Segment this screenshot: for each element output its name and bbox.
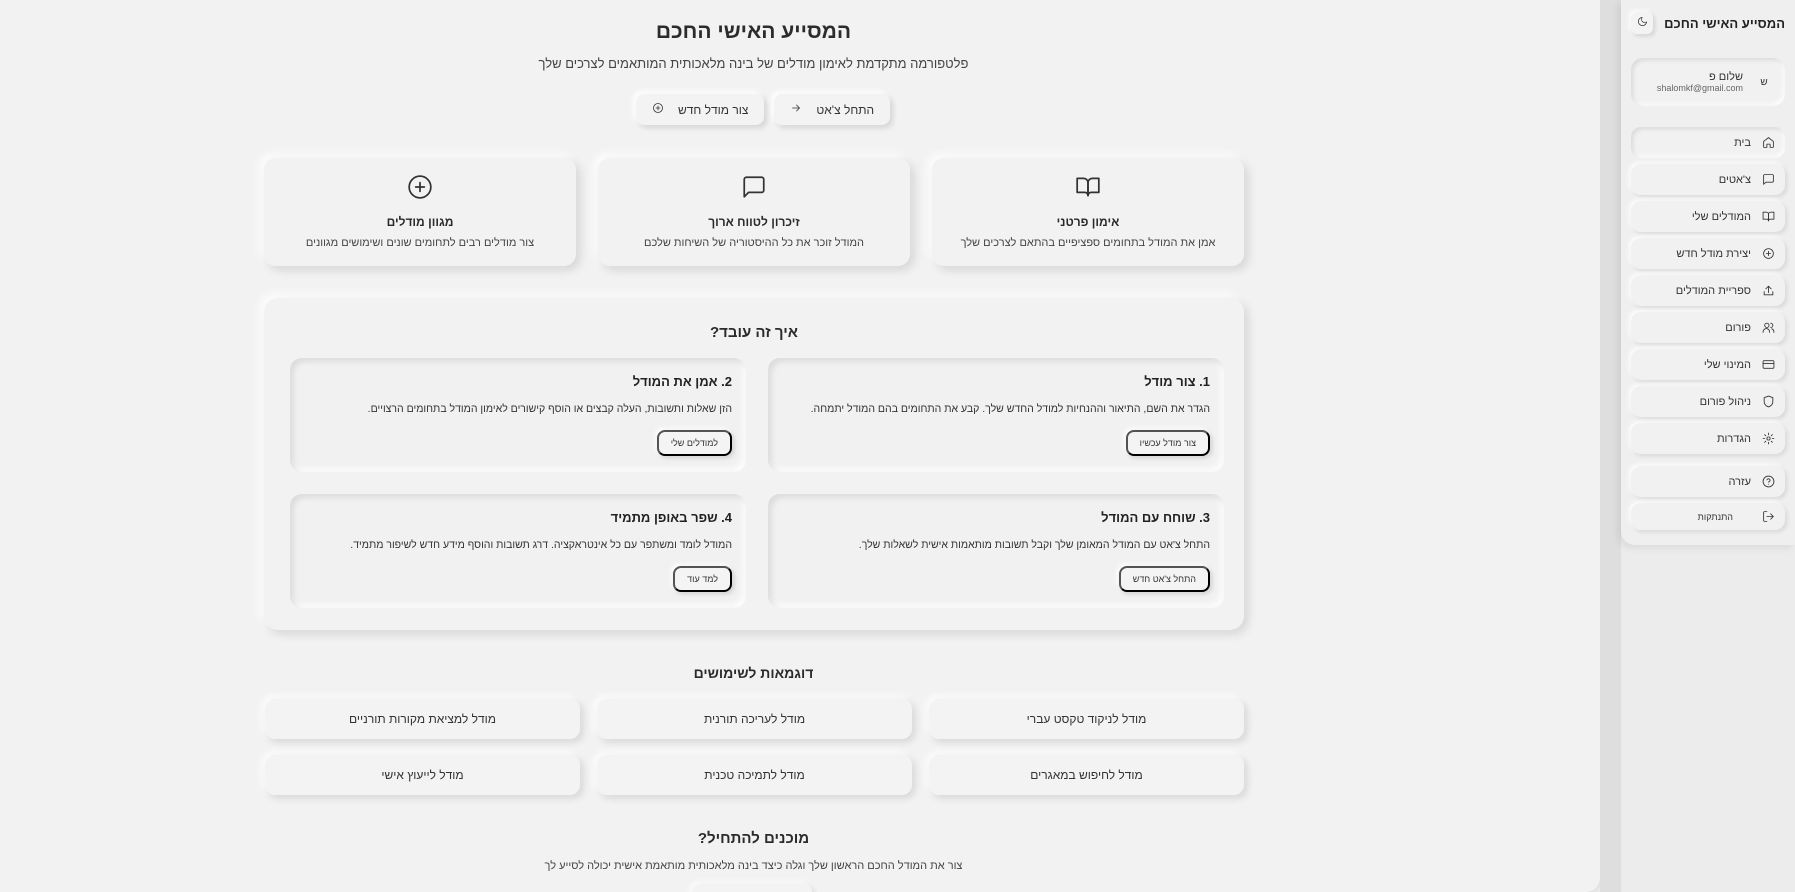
- sidebar-item-label: המודלים שלי: [1691, 210, 1751, 223]
- start-chat-button[interactable]: התחל צ'אט: [774, 94, 891, 125]
- sidebar: המסייע האישי החכם ש שלום פ shalomkf@gmai…: [1621, 0, 1795, 545]
- step-desc: המודל לומד ומשתפר עם כל אינטראקציה. דרג …: [350, 539, 732, 551]
- main-content: המסייע האישי החכם פלטפורמה מתקדמת לאימון…: [0, 0, 1600, 892]
- app-title: המסייע האישי החכם: [1664, 15, 1785, 31]
- create-model-button[interactable]: צור מודל חדש: [636, 94, 765, 125]
- sidebar-item-forum-admin[interactable]: ניהול פורום: [1631, 386, 1785, 417]
- features-row: אימון פרטני אמן את המודל בתחומים ספציפיי…: [264, 158, 1244, 266]
- step-desc: הגדר את השם, התיאור וההנחיות למודל החדש …: [810, 403, 1210, 415]
- credit-card-icon: [1761, 358, 1775, 372]
- shield-icon: [1761, 395, 1775, 409]
- example-item[interactable]: מודל למציאת מקורות תורניים: [265, 699, 580, 739]
- step-title: 2. אמן את המודל: [632, 374, 732, 389]
- sidebar-item-new-model[interactable]: יצירת מודל חדש: [1631, 238, 1785, 269]
- step-title: 4. שפר באופן מתמיד: [610, 510, 732, 525]
- gear-icon: [1761, 432, 1775, 446]
- examples-title: דוגמאות לשימושים: [693, 665, 814, 681]
- cta-subtitle: צור את המודל החכם הראשון שלך וגלה כיצד ב…: [544, 860, 963, 872]
- book-open-icon: [1075, 174, 1101, 205]
- feature-desc: המודל זוכר את כל ההיסטוריה של השיחות שלכ…: [643, 237, 865, 249]
- sidebar-item-label: צ'אטים: [1718, 173, 1751, 186]
- sidebar-item-logout[interactable]: התנתקות: [1631, 503, 1785, 530]
- sidebar-item-label: יצירת מודל חדש: [1676, 247, 1751, 260]
- example-item[interactable]: מודל לחיפוש במאגרים: [929, 755, 1244, 795]
- message-icon: [741, 174, 767, 205]
- step-title: 1. צור מודל: [1144, 374, 1210, 389]
- step-card: 1. צור מודל הגדר את השם, התיאור וההנחיות…: [768, 358, 1224, 472]
- new-chat-button[interactable]: התחל צ'אט חדש: [1118, 566, 1210, 592]
- create-model-label: צור מודל חדש: [678, 102, 749, 117]
- hero-actions: התחל צ'אט צור מודל חדש: [636, 94, 891, 125]
- plus-circle-icon: [407, 174, 433, 205]
- step-title: 3. שוחח עם המודל: [1101, 510, 1210, 525]
- feature-title: מגוון מודלים: [386, 215, 454, 229]
- step-card: 3. שוחח עם המודל התחל צ'אט עם המודל המאו…: [768, 494, 1224, 608]
- feature-desc: צור מודלים רבים לתחומים שונים ושימושים מ…: [305, 237, 535, 249]
- plus-circle-icon: [652, 102, 664, 117]
- step-desc: התחל צ'אט עם המודל המאומן שלך וקבל תשובו…: [858, 539, 1210, 551]
- feature-title: זיכרון לטווח ארוך: [708, 215, 800, 229]
- sidebar-item-forum[interactable]: פורום: [1631, 312, 1785, 343]
- page-subtitle: פלטפורמה מתקדמת לאימון מודלים של בינה מל…: [538, 56, 969, 71]
- examples-grid: מודל לניקוד טקסט עברי מודל לעריכה תורנית…: [264, 699, 1244, 795]
- share-icon: [1761, 284, 1775, 298]
- moon-icon: [1637, 14, 1648, 32]
- feature-card: מגוון מודלים צור מודלים רבים לתחומים שונ…: [264, 158, 576, 266]
- example-item[interactable]: מודל לתמיכה טכנית: [597, 755, 912, 795]
- how-it-works-panel: איך זה עובד? 1. צור מודל הגדר את השם, הת…: [264, 298, 1244, 630]
- cta-title: מוכנים להתחיל?: [697, 830, 810, 847]
- sidebar-item-settings[interactable]: הגדרות: [1631, 423, 1785, 454]
- sidebar-item-label: פורום: [1725, 321, 1751, 334]
- logout-icon: [1761, 510, 1775, 524]
- sidebar-item-chats[interactable]: צ'אטים: [1631, 164, 1785, 195]
- example-item[interactable]: מודל לייעוץ אישי: [265, 755, 580, 795]
- my-models-button[interactable]: למודלים שלי: [656, 430, 732, 456]
- sidebar-item-my-models[interactable]: המודלים שלי: [1631, 201, 1785, 232]
- feature-card: זיכרון לטווח ארוך המודל זוכר את כל ההיסט…: [598, 158, 910, 266]
- plus-circle-icon: [1761, 247, 1775, 261]
- book-icon: [1761, 210, 1775, 224]
- scrollbar-track[interactable]: [1600, 0, 1621, 892]
- feature-desc: אמן את המודל בתחומים ספציפיים בהתאם לצרכ…: [960, 237, 1216, 249]
- start-chat-label: התחל צ'אט: [816, 102, 875, 117]
- sidebar-item-label: עזרה: [1728, 475, 1751, 488]
- chat-icon: [1761, 173, 1775, 187]
- sidebar-item-label: בית: [1734, 136, 1751, 149]
- sidebar-item-subscription[interactable]: המינוי שלי: [1631, 349, 1785, 380]
- user-card[interactable]: ש שלום פ shalomkf@gmail.com: [1631, 58, 1785, 106]
- sidebar-item-help[interactable]: עזרה: [1631, 466, 1785, 497]
- sidebar-item-label: הגדרות: [1716, 432, 1751, 445]
- home-icon: [1761, 136, 1775, 150]
- feature-card: אימון פרטני אמן את המודל בתחומים ספציפיי…: [932, 158, 1244, 266]
- user-info: שלום פ shalomkf@gmail.com: [1657, 71, 1743, 93]
- learn-more-button[interactable]: למד עוד: [673, 566, 732, 592]
- help-icon: [1761, 475, 1775, 489]
- user-email: shalomkf@gmail.com: [1656, 83, 1743, 93]
- cta-button[interactable]: [692, 884, 812, 892]
- theme-toggle-button[interactable]: [1631, 12, 1653, 34]
- user-name: שלום פ: [1709, 71, 1743, 83]
- users-icon: [1761, 321, 1775, 335]
- avatar: ש: [1760, 76, 1768, 88]
- create-model-now-button[interactable]: צור מודל עכשיו: [1125, 430, 1210, 456]
- arrow-right-icon: [790, 102, 802, 117]
- page-title: המסייע האישי החכם: [655, 20, 852, 43]
- sidebar-item-label: התנתקות: [1697, 511, 1733, 522]
- sidebar-item-home[interactable]: בית: [1631, 127, 1785, 158]
- sidebar-header: המסייע האישי החכם: [1631, 12, 1785, 34]
- sidebar-item-label: ניהול פורום: [1699, 395, 1751, 408]
- step-desc: הזן שאלות ותשובות, העלה קבצים או הוסף קי…: [367, 403, 732, 415]
- how-it-works-title: איך זה עובד?: [709, 324, 799, 341]
- example-item[interactable]: מודל לניקוד טקסט עברי: [929, 699, 1244, 739]
- sidebar-item-model-library[interactable]: ספריית המודלים: [1631, 275, 1785, 306]
- step-card: 4. שפר באופן מתמיד המודל לומד ומשתפר עם …: [290, 494, 746, 608]
- step-card: 2. אמן את המודל הזן שאלות ותשובות, העלה …: [290, 358, 746, 472]
- sidebar-item-label: ספריית המודלים: [1675, 284, 1751, 297]
- sidebar-item-label: המינוי שלי: [1703, 358, 1751, 371]
- example-item[interactable]: מודל לעריכה תורנית: [597, 699, 912, 739]
- feature-title: אימון פרטני: [1056, 215, 1120, 229]
